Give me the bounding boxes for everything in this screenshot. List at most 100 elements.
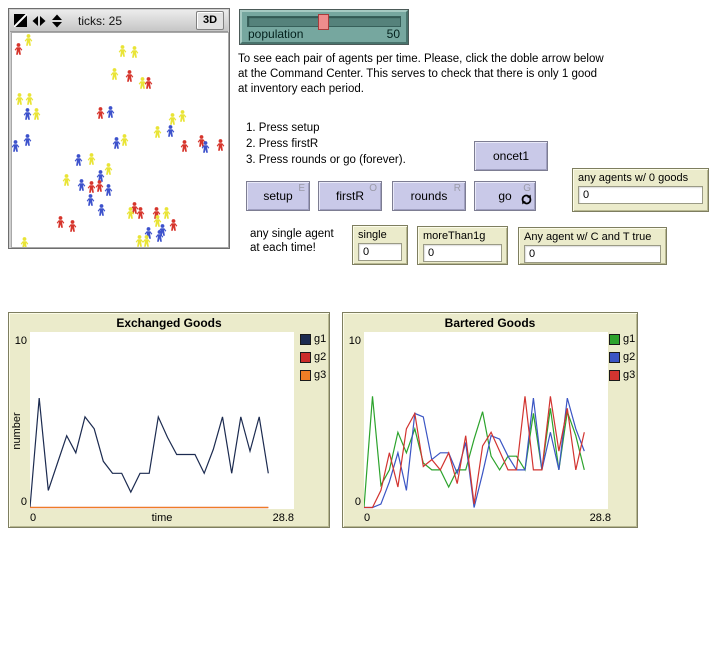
instructions-note: To see each pair of agents per time. Ple… — [238, 52, 606, 97]
monitor-value: 0 — [423, 244, 502, 262]
firstr-button[interactable]: O firstR — [318, 181, 382, 211]
plot-canvas — [30, 332, 294, 509]
oncet1-button[interactable]: oncet1 — [474, 141, 548, 171]
agent-person-icon — [96, 107, 105, 119]
diagonal-split-square-icon[interactable] — [14, 14, 27, 27]
world-view — [11, 32, 229, 248]
agent-person-icon — [153, 126, 162, 138]
plot-bartered-goods: Bartered Goods 10 0 0 28.8 g1 g2 g3 — [342, 312, 638, 528]
agent-person-icon — [130, 46, 139, 58]
y-axis-min-tick: 0 — [11, 496, 27, 508]
rounds-button[interactable]: R rounds — [392, 181, 466, 211]
agent-person-icon — [104, 163, 113, 175]
legend-swatch — [609, 352, 620, 363]
agent-person-icon — [62, 174, 71, 186]
rounds-shortcut-key: R — [454, 183, 461, 194]
agent-person-icon — [95, 180, 104, 192]
agent-person-icon — [106, 106, 115, 118]
vertical-arrows-icon[interactable] — [51, 14, 63, 28]
y-axis-label: number — [11, 405, 23, 457]
world-toolbar: ticks: 25 3D — [10, 10, 228, 32]
monitor-value: 0 — [578, 186, 703, 204]
agent-person-icon — [24, 34, 33, 46]
agent-person-icon — [144, 77, 153, 89]
ticks-counter: ticks: 25 — [78, 14, 122, 28]
agent-person-icon — [125, 70, 134, 82]
netlogo-interface: ticks: 25 3D population 50 To see each p… — [0, 0, 718, 661]
plot-canvas — [364, 332, 608, 509]
agent-person-icon — [11, 140, 20, 152]
legend-item: g2 — [300, 351, 326, 363]
agent-person-icon — [68, 220, 77, 232]
step-2: 2. Press firstR — [246, 136, 406, 152]
monitor-value: 0 — [358, 243, 402, 261]
legend-swatch — [609, 370, 620, 381]
view-3d-button[interactable]: 3D — [196, 11, 224, 30]
legend-item: g3 — [300, 369, 326, 381]
agent-person-icon — [162, 207, 171, 219]
world-view-widget: ticks: 25 3D — [8, 8, 230, 249]
agent-person-icon — [178, 110, 187, 122]
plot-title: Exchanged Goods — [9, 316, 329, 330]
agent-person-icon — [23, 108, 32, 120]
plot-legend: g1 g2 g3 — [300, 333, 326, 381]
monitor-any-c-t-true: Any agent w/ C and T true 0 — [518, 227, 667, 265]
agent-person-icon — [110, 68, 119, 80]
legend-item: g1 — [300, 333, 326, 345]
firstr-shortcut-key: O — [369, 183, 377, 194]
agent-person-icon — [180, 140, 189, 152]
y-axis-max-tick: 10 — [345, 335, 361, 347]
agent-person-icon — [87, 153, 96, 165]
monitor-any-agents-0-goods: any agents w/ 0 goods 0 — [572, 168, 709, 212]
single-agent-note: any single agent at each time! — [250, 227, 334, 255]
legend-swatch — [300, 334, 311, 345]
agent-person-icon — [168, 113, 177, 125]
x-axis-max-tick: 28.8 — [30, 512, 294, 524]
step-1: 1. Press setup — [246, 120, 406, 136]
x-axis-max-tick: 28.8 — [364, 512, 611, 524]
step-3: 3. Press rounds or go (forever). — [246, 152, 406, 168]
legend-swatch — [300, 352, 311, 363]
forever-icon — [521, 194, 532, 208]
agent-person-icon — [14, 43, 23, 55]
agent-person-icon — [169, 219, 178, 231]
slider-track[interactable] — [247, 16, 401, 27]
horizontal-arrows-icon[interactable] — [32, 15, 46, 27]
agent-person-icon — [97, 204, 106, 216]
agent-person-icon — [25, 93, 34, 105]
agent-person-icon — [77, 179, 86, 191]
agent-person-icon — [201, 141, 210, 153]
steps-note: 1. Press setup 2. Press firstR 3. Press … — [246, 120, 406, 168]
go-shortcut-key: G — [523, 183, 531, 194]
monitor-value: 0 — [524, 245, 661, 263]
agent-person-icon — [20, 237, 29, 248]
monitor-morethan1g: moreThan1g 0 — [417, 226, 508, 265]
agent-person-icon — [15, 93, 24, 105]
setup-shortcut-key: E — [298, 183, 305, 194]
y-axis-min-tick: 0 — [345, 496, 361, 508]
legend-swatch — [300, 370, 311, 381]
legend-item: g3 — [609, 369, 635, 381]
agent-person-icon — [86, 194, 95, 206]
agent-person-icon — [56, 216, 65, 228]
agent-person-icon — [23, 134, 32, 146]
agent-person-icon — [216, 139, 225, 151]
agent-person-icon — [32, 108, 41, 120]
setup-button[interactable]: E setup — [246, 181, 310, 211]
plot-exchanged-goods: Exchanged Goods 10 number 0 0 time 28.8 … — [8, 312, 330, 528]
go-forever-button[interactable]: G go — [474, 181, 536, 211]
plot-title: Bartered Goods — [343, 316, 637, 330]
agent-person-icon — [166, 125, 175, 137]
agent-person-icon — [135, 235, 144, 247]
legend-item: g2 — [609, 351, 635, 363]
agent-person-icon — [155, 230, 164, 242]
agent-person-icon — [118, 45, 127, 57]
agent-person-icon — [120, 134, 129, 146]
monitor-single: single 0 — [352, 225, 408, 265]
population-slider[interactable]: population 50 — [240, 10, 408, 44]
legend-swatch — [609, 334, 620, 345]
slider-value: 50 — [387, 27, 400, 41]
plot-legend: g1 g2 g3 — [609, 333, 635, 381]
agent-person-icon — [74, 154, 83, 166]
agent-person-icon — [126, 207, 135, 219]
